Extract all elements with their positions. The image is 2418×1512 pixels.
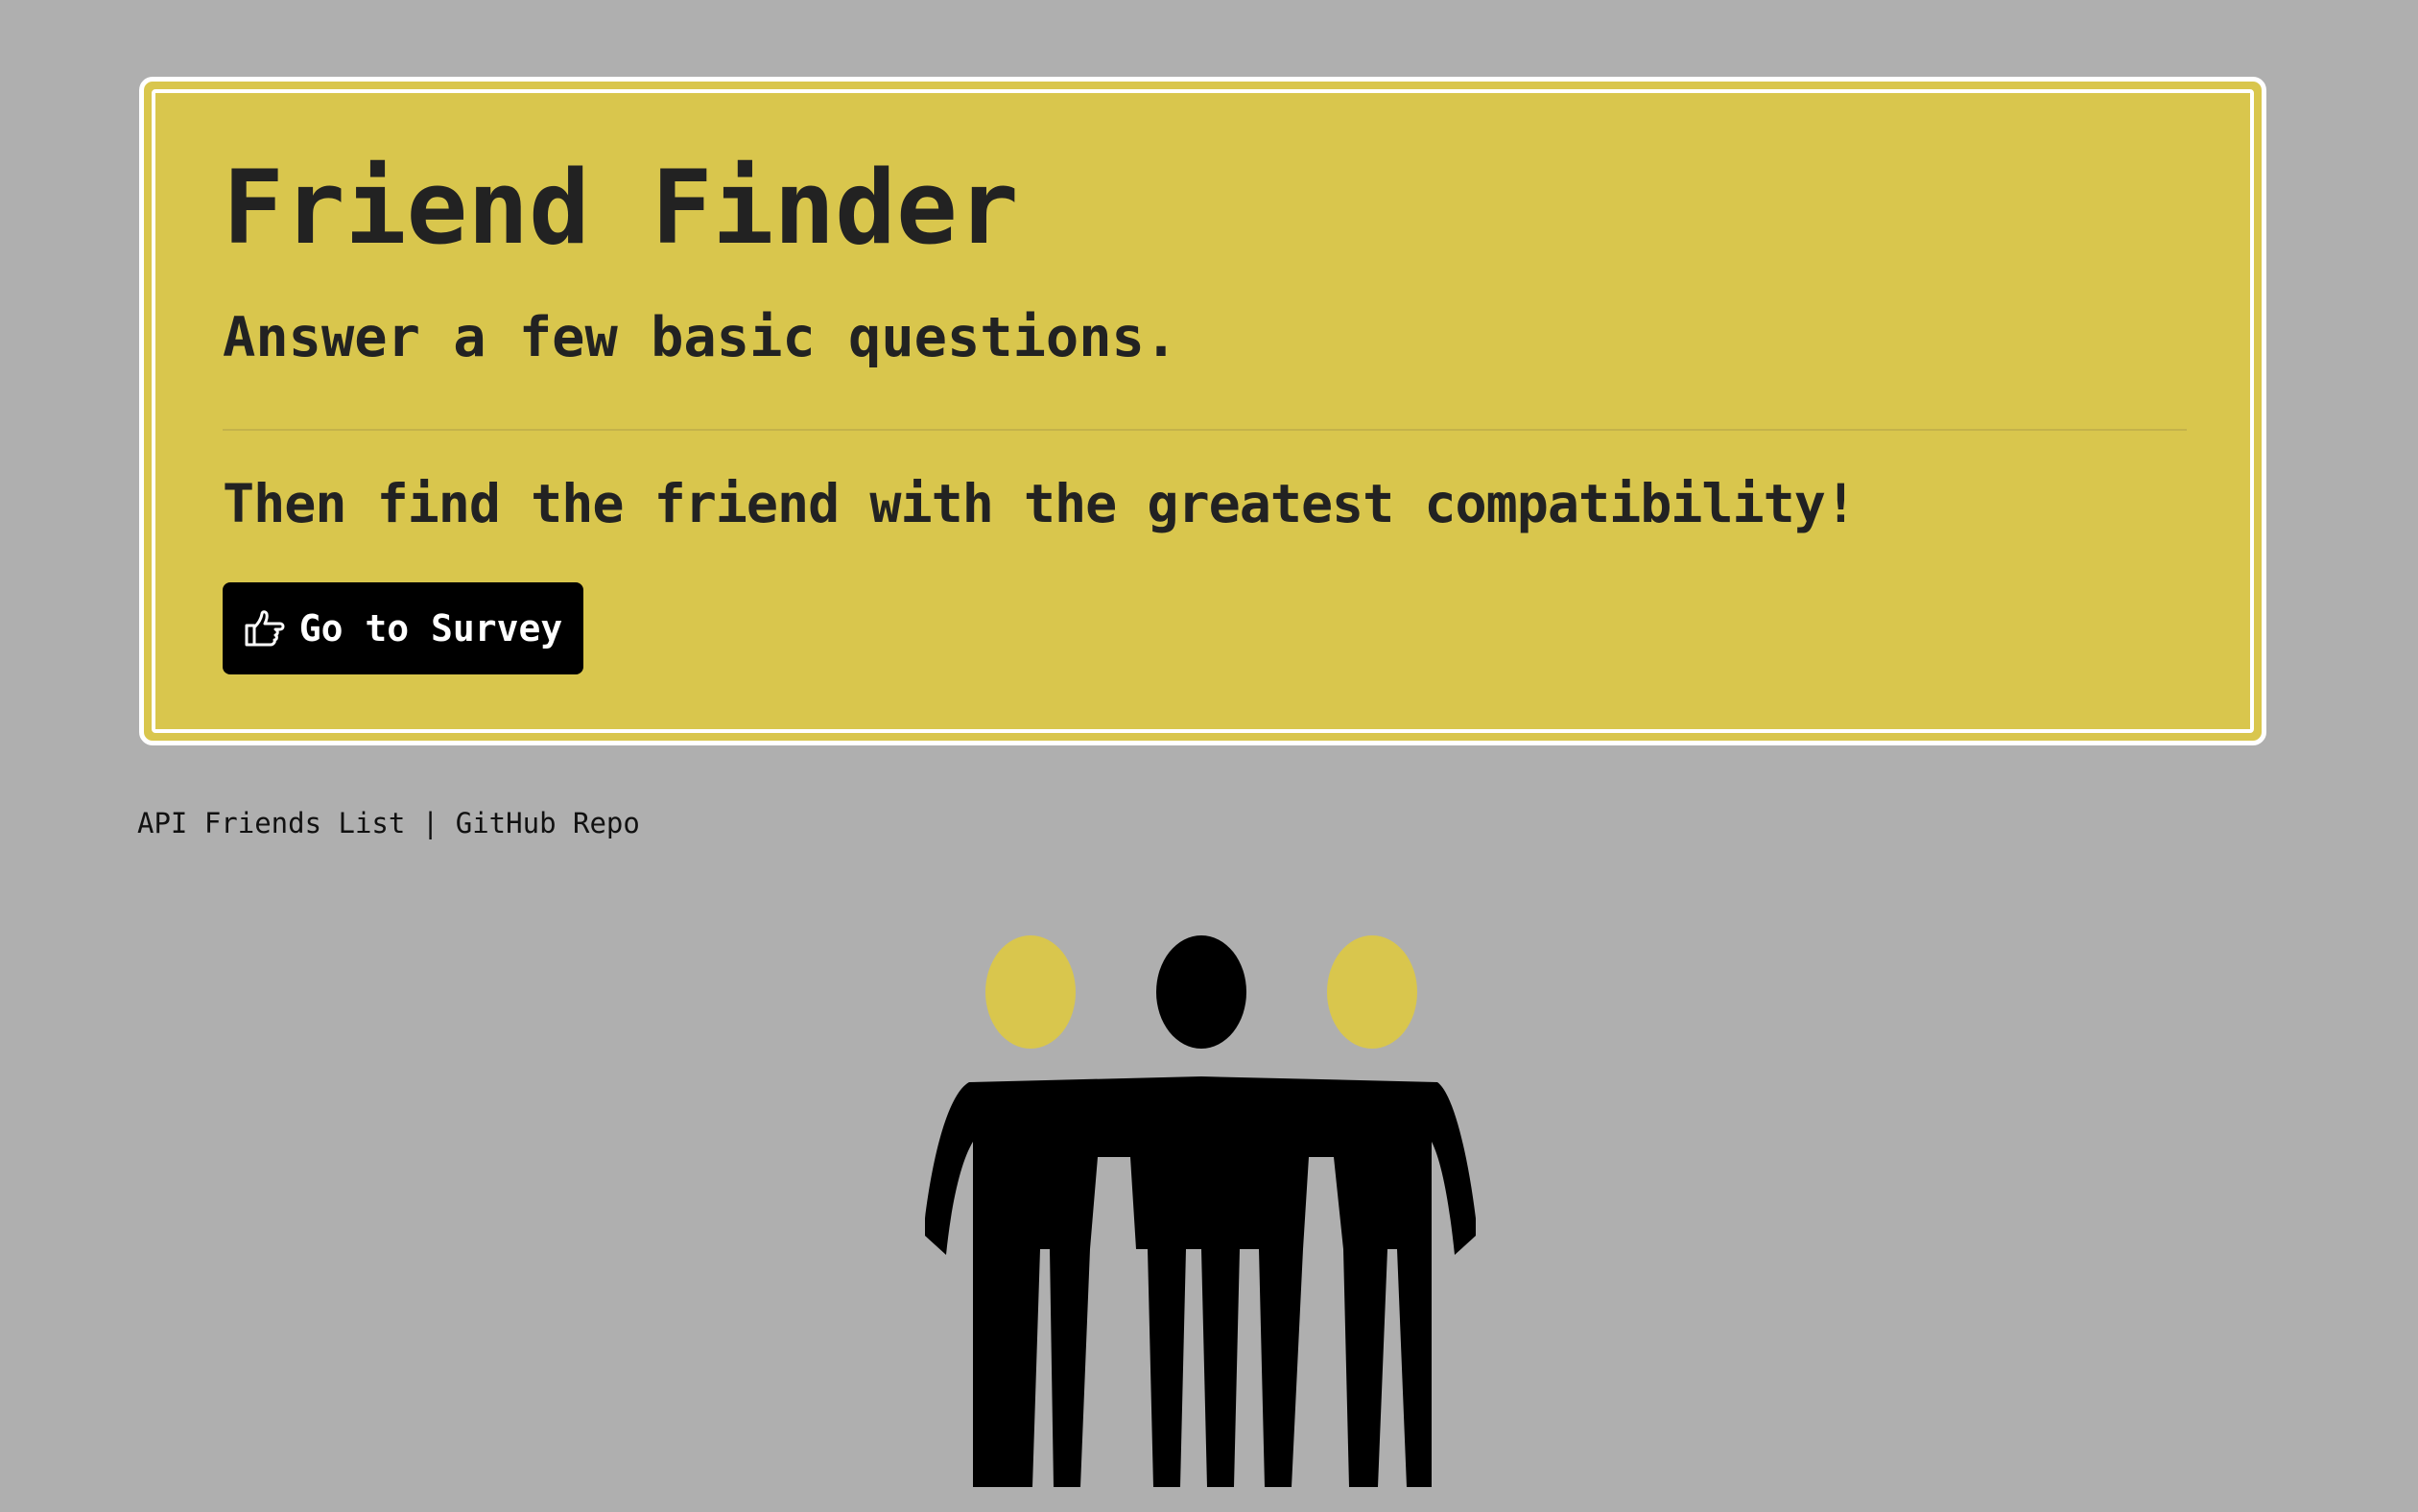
api-friends-list-link[interactable]: API Friends List — [137, 807, 405, 839]
three-friends-icon — [902, 931, 1497, 1487]
divider — [223, 429, 2187, 431]
subtitle-text: Then find the friend with the greatest c… — [223, 473, 1857, 534]
footer-links: API Friends List | GitHub Repo — [137, 804, 640, 842]
jumbotron: Friend Finder Answer a few basic questio… — [139, 77, 2266, 745]
go-to-survey-button[interactable]: Go to Survey — [223, 582, 583, 674]
lead-text: Answer a few basic questions. — [223, 306, 1178, 369]
page-title: Friend Finder — [223, 149, 1019, 267]
hand-point-right-icon — [244, 609, 286, 648]
footer-separator: | — [421, 807, 439, 839]
go-to-survey-label: Go to Survey — [298, 607, 563, 650]
jumbotron-inner: Friend Finder Answer a few basic questio… — [152, 89, 2254, 733]
github-repo-link[interactable]: GitHub Repo — [456, 807, 640, 839]
